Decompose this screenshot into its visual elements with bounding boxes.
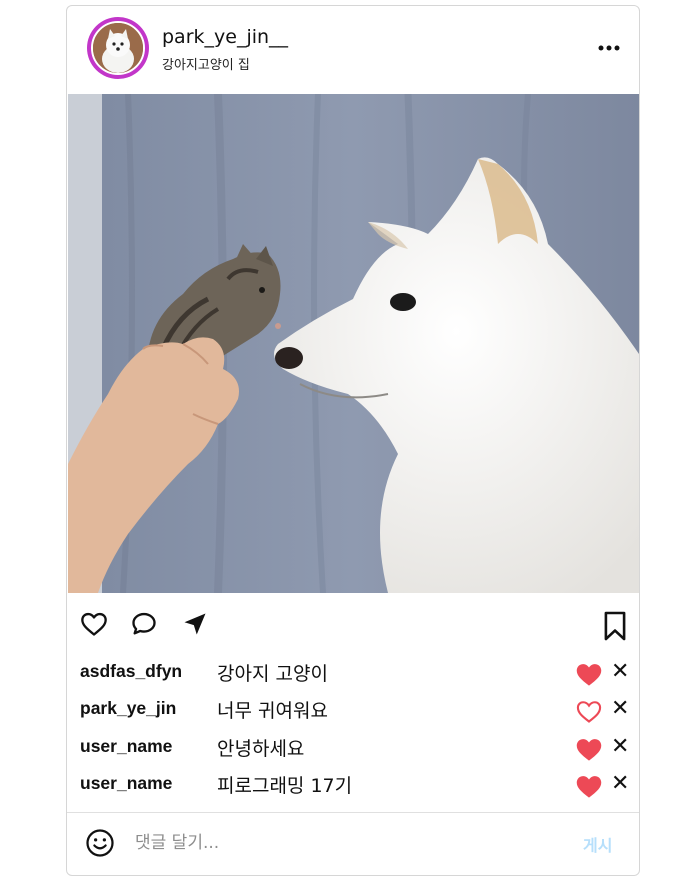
- heart-outline-icon[interactable]: [575, 698, 603, 724]
- avatar-dog-image: [93, 23, 143, 73]
- post-comment-button[interactable]: 게시: [583, 832, 612, 856]
- post-header: park_ye_jin__ 강아지고양이 집: [67, 6, 639, 94]
- close-icon[interactable]: ✕: [611, 696, 629, 721]
- comment-row: user_name 안녕하세요 ✕: [80, 734, 629, 764]
- close-icon[interactable]: ✕: [611, 771, 629, 796]
- post-username[interactable]: park_ye_jin__: [162, 26, 288, 48]
- post-card: park_ye_jin__ 강아지고양이 집 asdfas_dfyn 강아지 고…: [66, 5, 640, 876]
- comment-username[interactable]: asdfas_dfyn: [80, 661, 182, 682]
- comment-username[interactable]: user_name: [80, 773, 172, 794]
- smiley-icon[interactable]: [85, 828, 115, 858]
- divider: [67, 812, 639, 813]
- heart-outline-icon[interactable]: [79, 610, 109, 644]
- comment-text: 안녕하세요: [217, 738, 305, 760]
- comment-icon[interactable]: [129, 610, 159, 644]
- heart-filled-icon[interactable]: [575, 661, 603, 687]
- comment-row: asdfas_dfyn 강아지 고양이 ✕: [80, 659, 629, 689]
- heart-filled-icon[interactable]: [575, 736, 603, 762]
- send-icon[interactable]: [180, 610, 210, 644]
- comment-username[interactable]: park_ye_jin: [80, 698, 176, 719]
- post-location[interactable]: 강아지고양이 집: [162, 54, 250, 73]
- comment-text: 강아지 고양이: [217, 663, 328, 685]
- heart-filled-icon[interactable]: [575, 773, 603, 799]
- close-icon[interactable]: ✕: [611, 734, 629, 759]
- comment-row: park_ye_jin 너무 귀여워요 ✕: [80, 696, 629, 726]
- close-icon[interactable]: ✕: [611, 659, 629, 684]
- comment-input[interactable]: [135, 828, 555, 858]
- avatar-ring[interactable]: [87, 17, 149, 79]
- more-horizontal-icon[interactable]: [597, 36, 621, 60]
- comment-row: user_name 피로그래밍 17기 ✕: [80, 771, 629, 801]
- comment-username[interactable]: user_name: [80, 736, 172, 757]
- avatar[interactable]: [91, 21, 145, 75]
- bookmark-icon[interactable]: [602, 610, 628, 644]
- comment-text: 너무 귀여워요: [217, 700, 328, 722]
- dog-and-kitten-image: [68, 94, 639, 593]
- comment-text: 피로그래밍 17기: [217, 775, 353, 797]
- post-photo[interactable]: [68, 94, 639, 593]
